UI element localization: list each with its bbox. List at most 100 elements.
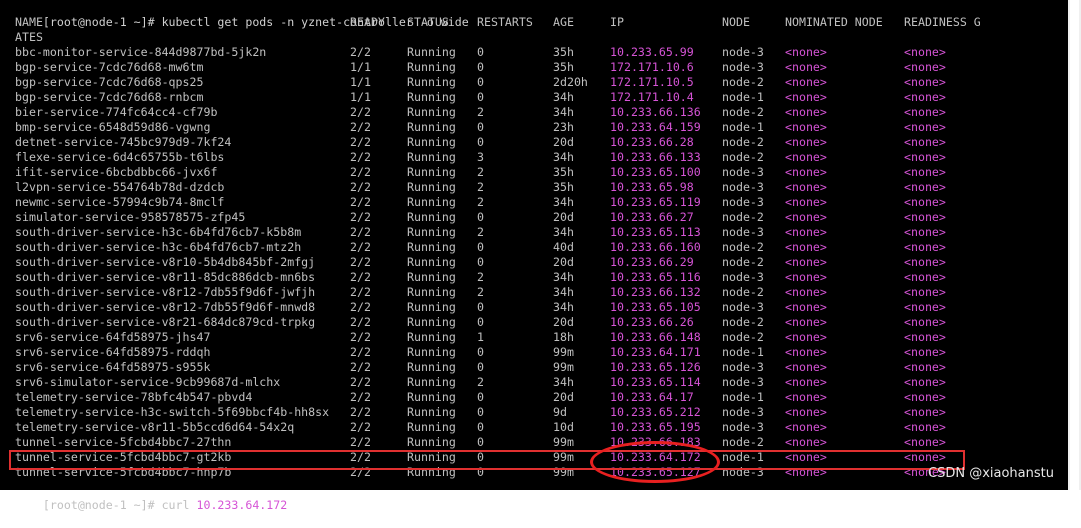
pod-ready: 2/2 [350, 255, 371, 269]
pod-readiness-gates: <none> [904, 150, 946, 164]
pod-ready: 2/2 [350, 330, 371, 344]
pod-nominated-node: <none> [785, 270, 827, 284]
pod-status: Running [407, 120, 456, 134]
pod-restarts: 2 [477, 180, 484, 194]
pod-readiness-gates: <none> [904, 255, 946, 269]
pod-readiness-gates: <none> [904, 435, 946, 449]
pod-nominated-node: <none> [785, 285, 827, 299]
curl-command-line: [root@node-1 ~]# curl 10.233.64.172 [15, 483, 287, 512]
pod-ready: 2/2 [350, 270, 371, 284]
pod-age: 34h [553, 300, 574, 314]
pod-node: node-2 [722, 255, 764, 269]
pod-restarts: 2 [477, 225, 484, 239]
pod-nominated-node: <none> [785, 435, 827, 449]
pod-readiness-gates: <none> [904, 195, 946, 209]
header-status: STATUS [407, 15, 449, 29]
pod-nominated-node: <none> [785, 405, 827, 419]
pod-readiness-gates: <none> [904, 420, 946, 434]
pod-status: Running [407, 345, 456, 359]
pod-ready: 2/2 [350, 300, 371, 314]
pod-node: node-3 [722, 270, 764, 284]
scrollbar-thumb[interactable] [1070, 0, 1079, 490]
pod-status: Running [407, 105, 456, 119]
pod-node: node-3 [722, 225, 764, 239]
pod-restarts: 0 [477, 390, 484, 404]
pod-readiness-gates: <none> [904, 120, 946, 134]
pod-node: node-3 [722, 195, 764, 209]
pod-name: srv6-simulator-service-9cb99687d-mlchx [15, 375, 281, 389]
pod-age: 23h [553, 120, 574, 134]
pod-nominated-node: <none> [785, 345, 827, 359]
pod-name: srv6-service-64fd58975-rddqh [15, 345, 211, 359]
pod-nominated-node: <none> [785, 300, 827, 314]
highlight-box [9, 450, 965, 470]
pod-readiness-gates: <none> [904, 405, 946, 419]
pod-status: Running [407, 210, 456, 224]
pod-name: l2vpn-service-554764b78d-dzdcb [15, 180, 225, 194]
pod-ready: 2/2 [350, 135, 371, 149]
highlight-ellipse [590, 441, 720, 483]
pod-nominated-node: <none> [785, 120, 827, 134]
pod-ready: 2/2 [350, 105, 371, 119]
header-ready: READY [350, 15, 385, 29]
pod-nominated-node: <none> [785, 180, 827, 194]
pod-status: Running [407, 420, 456, 434]
pod-name: bgp-service-7cdc76d68-qps25 [15, 75, 204, 89]
pod-restarts: 0 [477, 435, 484, 449]
pod-readiness-gates: <none> [904, 345, 946, 359]
pod-ready: 2/2 [350, 420, 371, 434]
pod-nominated-node: <none> [785, 390, 827, 404]
pod-ip: 10.233.64.159 [610, 120, 701, 134]
pod-node: node-2 [722, 330, 764, 344]
pod-readiness-gates: <none> [904, 165, 946, 179]
pod-ip: 172.171.10.6 [610, 60, 694, 74]
header-readiness-gates: READINESS G [904, 15, 981, 29]
pod-ready: 2/2 [350, 315, 371, 329]
pod-status: Running [407, 225, 456, 239]
pod-name: bgp-service-7cdc76d68-mw6tm [15, 60, 204, 74]
pod-readiness-gates: <none> [904, 285, 946, 299]
pod-age: 9d [553, 405, 567, 419]
pod-ready: 1/1 [350, 90, 371, 104]
pod-age: 34h [553, 270, 574, 284]
pod-restarts: 0 [477, 45, 484, 59]
pod-restarts: 0 [477, 315, 484, 329]
pod-name: south-driver-service-h3c-6b4fd76cb7-mtz2… [15, 240, 302, 254]
pod-restarts: 0 [477, 135, 484, 149]
pod-age: 18h [553, 330, 574, 344]
prompt-line: [root@node-1 ~]# kubectl get pods -n yzn… [15, 0, 469, 29]
pod-age: 99m [553, 435, 574, 449]
pod-ip: 10.233.66.27 [610, 210, 694, 224]
pod-name: telemetry-service-v8r11-5b5ccd6d64-54x2q [15, 420, 295, 434]
pod-restarts: 2 [477, 270, 484, 284]
pod-ready: 2/2 [350, 165, 371, 179]
header-nominated-node: NOMINATED NODE [785, 15, 883, 29]
pod-node: node-3 [722, 375, 764, 389]
pod-nominated-node: <none> [785, 420, 827, 434]
pod-status: Running [407, 135, 456, 149]
pod-nominated-node: <none> [785, 150, 827, 164]
pod-name: simulator-service-958578575-zfp45 [15, 210, 246, 224]
pod-ip: 10.233.66.133 [610, 150, 701, 164]
pod-status: Running [407, 75, 456, 89]
pod-restarts: 0 [477, 255, 484, 269]
curl-ip: 10.233.64.172 [196, 498, 288, 512]
pod-ip: 10.233.65.212 [610, 405, 701, 419]
pod-readiness-gates: <none> [904, 360, 946, 374]
pod-status: Running [407, 90, 456, 104]
pod-ip: 10.233.66.148 [610, 330, 701, 344]
terminal-window[interactable]: [root@node-1 ~]# kubectl get pods -n yzn… [0, 0, 1068, 512]
pod-age: 99m [553, 345, 574, 359]
header-name: NAME [15, 15, 43, 29]
pod-restarts: 1 [477, 330, 484, 344]
pod-ip: 10.233.66.29 [610, 255, 694, 269]
pod-name: telemetry-service-78bfc4b547-pbvd4 [15, 390, 253, 404]
pod-readiness-gates: <none> [904, 330, 946, 344]
pod-name: srv6-service-64fd58975-jhs47 [15, 330, 211, 344]
vertical-scrollbar[interactable] [1068, 0, 1081, 490]
pod-status: Running [407, 360, 456, 374]
pod-node: node-2 [722, 75, 764, 89]
pod-name: telemetry-service-h3c-switch-5f69bbcf4b-… [15, 405, 330, 419]
watermark: CSDN @xiaohanstu [928, 466, 1054, 481]
pod-ip: 10.233.65.126 [610, 360, 701, 374]
